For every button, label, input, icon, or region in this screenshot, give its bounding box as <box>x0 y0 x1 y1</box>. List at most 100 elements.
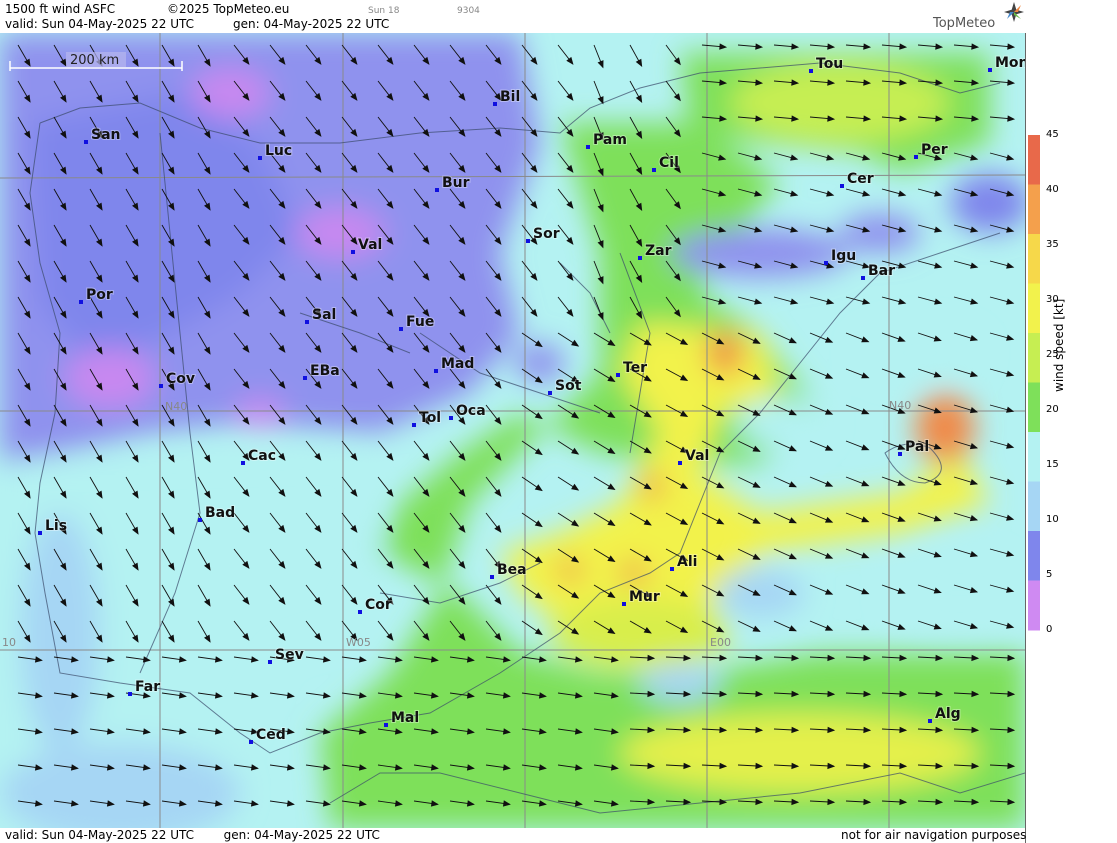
city-marker <box>435 188 439 192</box>
city-marker <box>616 373 620 377</box>
city-marker <box>548 391 552 395</box>
lon-label-w10: 10 <box>2 636 16 649</box>
city-label: Bea <box>497 562 527 578</box>
city-label: Mad <box>441 356 474 372</box>
city-label: Sal <box>312 307 336 323</box>
run-code: Sun 18 <box>368 6 400 16</box>
city-label: Pal <box>905 439 929 455</box>
legend-swatch <box>1028 234 1040 284</box>
scale-bar-label: 200 km <box>70 53 119 68</box>
lat-label-east: N40 <box>889 399 911 412</box>
city-marker <box>638 256 642 260</box>
legend-tick-label: 20 <box>1046 404 1059 415</box>
city-marker <box>303 376 307 380</box>
lon-label-e00: E00 <box>710 636 731 649</box>
copyright-text: ©2025 TopMeteo.eu <box>167 2 290 16</box>
city-label: Cil <box>659 155 679 171</box>
city-marker <box>622 602 626 606</box>
lat-label-west: N40 <box>165 400 187 413</box>
footer-valid-time: valid: Sun 04-May-2025 22 UTC gen: 04-Ma… <box>5 828 380 842</box>
city-marker <box>412 423 416 427</box>
city-label: Cer <box>847 171 874 187</box>
legend-tick-label: 10 <box>1046 514 1059 525</box>
city-label: Ced <box>256 727 286 743</box>
city-label: Val <box>358 237 382 253</box>
city-marker <box>914 155 918 159</box>
city-marker <box>434 369 438 373</box>
legend-swatch <box>1028 283 1040 334</box>
city-label: Sot <box>555 378 582 394</box>
city-label: Val <box>685 448 709 464</box>
legend-swatch <box>1028 382 1040 433</box>
legend-colorbar <box>1028 135 1040 631</box>
city-label: Lis <box>45 518 67 534</box>
city-label: Luc <box>265 143 292 159</box>
city-label: Por <box>86 287 113 303</box>
city-marker <box>840 184 844 188</box>
legend-swatch <box>1028 531 1040 581</box>
city-marker <box>861 276 865 280</box>
city-label: Bil <box>500 89 520 105</box>
city-marker <box>384 723 388 727</box>
city-label: Ter <box>623 360 647 376</box>
city-label: Tou <box>816 56 843 72</box>
city-marker <box>490 575 494 579</box>
city-label: Bur <box>442 175 470 191</box>
city-label: Cov <box>166 371 195 387</box>
legend-tick-label: 45 <box>1046 129 1059 140</box>
id-code: 9304 <box>457 6 480 16</box>
city-marker <box>79 300 83 304</box>
city-marker <box>670 567 674 571</box>
city-label: Oca <box>456 403 486 419</box>
city-marker <box>928 719 932 723</box>
city-label: Zar <box>645 243 672 259</box>
city-marker <box>351 250 355 254</box>
city-label: San <box>91 127 121 143</box>
legend-title: wind speed [kt] <box>1052 298 1066 392</box>
legend-swatch <box>1028 135 1040 185</box>
legend-tick-label: 40 <box>1046 184 1059 195</box>
city-label: Cac <box>248 448 276 464</box>
city-marker <box>449 416 453 420</box>
footer-generated: gen: 04-May-2025 22 UTC <box>223 828 380 842</box>
city-label: Mon <box>995 55 1025 71</box>
legend-swatch <box>1028 481 1040 532</box>
generated-time: gen: 04-May-2025 22 UTC <box>233 17 390 31</box>
city-label: Bad <box>205 505 235 521</box>
lon-label-w05: W05 <box>346 636 371 649</box>
city-marker <box>652 168 656 172</box>
city-label: Bar <box>868 263 895 279</box>
city-label: Igu <box>831 248 856 264</box>
city-marker <box>399 327 403 331</box>
city-marker <box>358 610 362 614</box>
city-label: Mal <box>391 710 419 726</box>
city-marker <box>38 531 42 535</box>
city-marker <box>198 518 202 522</box>
product-title: 1500 ft wind ASFC <box>5 2 116 16</box>
legend-tick-label: 35 <box>1046 239 1059 250</box>
city-marker <box>241 461 245 465</box>
city-label: Ali <box>677 554 697 570</box>
city-marker <box>824 261 828 265</box>
city-label: Tol <box>419 410 441 426</box>
city-marker <box>493 102 497 106</box>
legend-swatch <box>1028 184 1040 235</box>
city-marker <box>258 156 262 160</box>
city-marker <box>128 692 132 696</box>
city-label: Sev <box>275 647 304 663</box>
city-label: Cor <box>365 597 392 613</box>
wind-map[interactable]: 200 km N40 N40 W05 E00 10 San Luc Bil Pam Ci… <box>0 33 1025 828</box>
city-marker <box>249 740 253 744</box>
city-label: Pam <box>593 132 627 148</box>
city-label: Alg <box>935 706 961 722</box>
footer-valid: valid: Sun 04-May-2025 22 UTC <box>5 828 194 842</box>
city-label: EBa <box>310 363 340 379</box>
city-label: Far <box>135 679 160 695</box>
legend-swatch <box>1028 432 1040 482</box>
city-label: Fue <box>406 314 434 330</box>
city-marker <box>586 145 590 149</box>
city-marker <box>305 320 309 324</box>
legend-tick-label: 5 <box>1046 569 1053 580</box>
city-marker <box>988 68 992 72</box>
city-marker <box>678 461 682 465</box>
